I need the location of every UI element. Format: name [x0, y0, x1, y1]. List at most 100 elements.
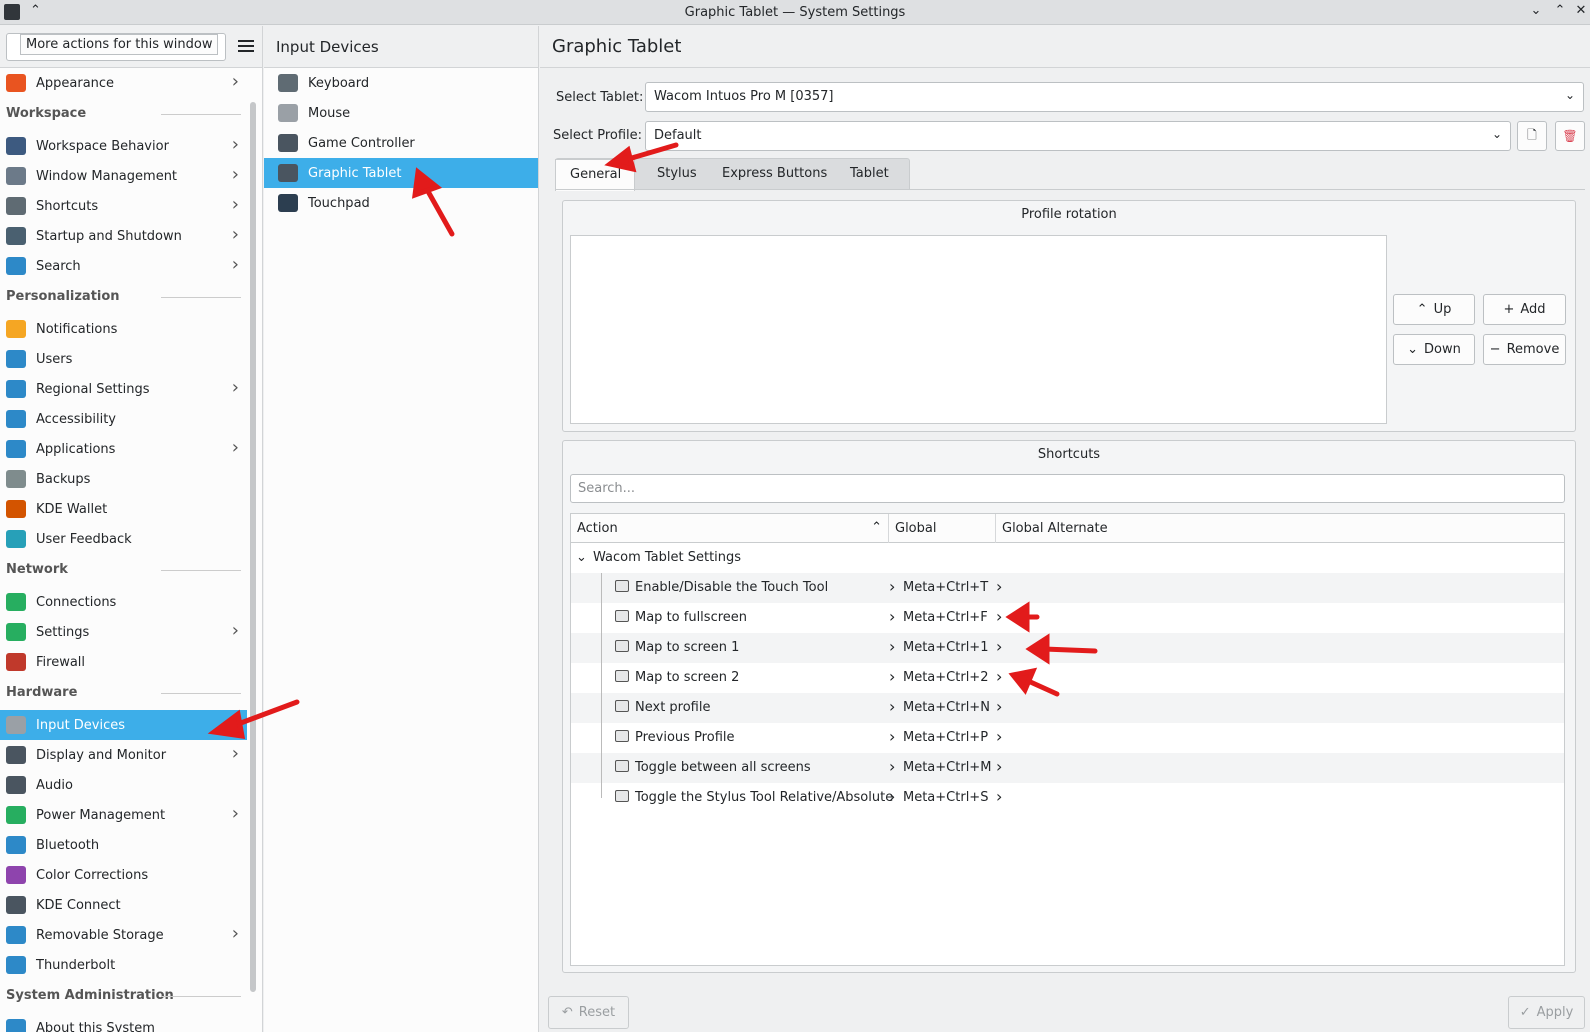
close-button[interactable]: ✕ — [1572, 3, 1590, 18]
subcategory-item-game-controller[interactable]: Game Controller — [264, 128, 538, 158]
sidebar-item-input-devices[interactable]: Input Devices — [0, 710, 247, 740]
sidebar-item-label: Bluetooth — [36, 837, 100, 853]
tab-express-buttons[interactable]: Express Buttons — [708, 159, 841, 191]
sidebar-item-settings[interactable]: Settings › — [0, 617, 247, 647]
tab-general[interactable]: General — [555, 159, 635, 191]
tree-group-row[interactable]: ⌄ Wacom Tablet Settings — [571, 543, 1564, 573]
sidebar-item-workspace-behavior[interactable]: Workspace Behavior › — [0, 131, 247, 161]
maximize-button[interactable]: ⌃ — [1551, 3, 1569, 18]
expand-global-chevron-icon[interactable]: › — [889, 757, 895, 776]
column-header-global[interactable]: Global — [889, 514, 996, 543]
reset-label: Reset — [578, 1005, 616, 1020]
expand-alternate-chevron-icon[interactable]: › — [996, 727, 1002, 746]
up-button[interactable]: ⌃ Up — [1393, 294, 1475, 325]
global-shortcut-value[interactable]: Meta+Ctrl+S — [903, 790, 988, 805]
sidebar-item-window-management[interactable]: Window Management › — [0, 161, 247, 191]
expand-global-chevron-icon[interactable]: › — [889, 697, 895, 716]
sidebar-item-thunderbolt[interactable]: Thunderbolt — [0, 950, 247, 980]
sidebar-item-about-this-system[interactable]: About this System — [0, 1013, 247, 1032]
select-tablet-combo[interactable]: Wacom Intuos Pro M [0357] ⌄ — [645, 82, 1584, 112]
select-profile-combo[interactable]: Default ⌄ — [645, 121, 1511, 151]
sidebar-item-users[interactable]: Users — [0, 344, 247, 374]
global-shortcut-value[interactable]: Meta+Ctrl+M — [903, 760, 991, 775]
sidebar-item-regional-settings[interactable]: Regional Settings › — [0, 374, 247, 404]
reset-button[interactable]: ↶ Reset — [548, 996, 629, 1029]
workspace-behavior-icon — [6, 137, 26, 155]
action-label: Map to screen 2 — [635, 670, 740, 685]
global-shortcut-value[interactable]: Meta+Ctrl+T — [903, 580, 988, 595]
subcategory-item-graphic-tablet[interactable]: Graphic Tablet — [264, 158, 538, 188]
search-icon — [6, 257, 26, 275]
expand-alternate-chevron-icon[interactable]: › — [996, 787, 1002, 806]
apply-button[interactable]: ✓ Apply — [1508, 996, 1585, 1029]
global-shortcut-value[interactable]: Meta+Ctrl+N — [903, 700, 990, 715]
table-row[interactable]: Previous Profile › Meta+Ctrl+P › — [571, 723, 1564, 753]
column-header-action[interactable]: Action ⌃ — [571, 514, 889, 543]
minimize-button[interactable]: ⌄ — [1527, 3, 1545, 18]
sidebar-item-connections[interactable]: Connections — [0, 587, 247, 617]
table-row[interactable]: Map to screen 1 › Meta+Ctrl+1 › — [571, 633, 1564, 663]
add-button[interactable]: + Add — [1483, 294, 1566, 325]
sidebar-item-accessibility[interactable]: Accessibility — [0, 404, 247, 434]
sidebar-item-color-corrections[interactable]: Color Corrections — [0, 860, 247, 890]
sidebar-item-startup-and-shutdown[interactable]: Startup and Shutdown › — [0, 221, 247, 251]
sidebar-item-shortcuts[interactable]: Shortcuts › — [0, 191, 247, 221]
sidebar-item-display-and-monitor[interactable]: Display and Monitor › — [0, 740, 247, 770]
sidebar-item-notifications[interactable]: Notifications — [0, 314, 247, 344]
sidebar-item-removable-storage[interactable]: Removable Storage › — [0, 920, 247, 950]
subcategory-item-keyboard[interactable]: Keyboard — [264, 68, 538, 98]
regional-settings-icon — [6, 380, 26, 398]
collapse-chevron-icon[interactable]: ⌄ — [576, 550, 587, 565]
subcategory-item-mouse[interactable]: Mouse — [264, 98, 538, 128]
sidebar-item-applications[interactable]: Applications › — [0, 434, 247, 464]
expand-global-chevron-icon[interactable]: › — [889, 607, 895, 626]
sidebar-item-kde-connect[interactable]: KDE Connect — [0, 890, 247, 920]
table-row[interactable]: Map to screen 2 › Meta+Ctrl+2 › — [571, 663, 1564, 693]
table-row[interactable]: Toggle between all screens › Meta+Ctrl+M › — [571, 753, 1564, 783]
action-label: Previous Profile — [635, 730, 735, 745]
sidebar-item-backups[interactable]: Backups — [0, 464, 247, 494]
tab-tablet[interactable]: Tablet — [836, 159, 903, 191]
subcategory-item-touchpad[interactable]: Touchpad — [264, 188, 538, 218]
expand-alternate-chevron-icon[interactable]: › — [996, 757, 1002, 776]
down-button[interactable]: ⌄ Down — [1393, 334, 1475, 365]
sidebar-item-audio[interactable]: Audio — [0, 770, 247, 800]
expand-global-chevron-icon[interactable]: › — [889, 577, 895, 596]
global-shortcut-value[interactable]: Meta+Ctrl+1 — [903, 640, 988, 655]
expand-global-chevron-icon[interactable]: › — [889, 787, 895, 806]
table-row[interactable]: Toggle the Stylus Tool Relative/Absolute… — [571, 783, 1564, 813]
sidebar-item-search[interactable]: Search › — [0, 251, 247, 281]
table-row[interactable]: Next profile › Meta+Ctrl+N › — [571, 693, 1564, 723]
column-header-global-alternate[interactable]: Global Alternate — [996, 514, 1566, 543]
expand-global-chevron-icon[interactable]: › — [889, 637, 895, 656]
delete-profile-button[interactable]: 🗑 — [1555, 121, 1585, 151]
hamburger-menu-icon[interactable] — [238, 40, 254, 52]
global-shortcut-value[interactable]: Meta+Ctrl+2 — [903, 670, 988, 685]
expand-alternate-chevron-icon[interactable]: › — [996, 697, 1002, 716]
expand-alternate-chevron-icon[interactable]: › — [996, 637, 1002, 656]
remove-button[interactable]: − Remove — [1483, 334, 1566, 365]
sidebar-item-appearance[interactable]: Appearance › — [0, 68, 247, 98]
table-row[interactable]: Enable/Disable the Touch Tool › Meta+Ctrl+… — [571, 573, 1564, 603]
new-profile-button[interactable]: 🗋 — [1517, 121, 1547, 151]
expand-global-chevron-icon[interactable]: › — [889, 667, 895, 686]
global-shortcut-value[interactable]: Meta+Ctrl+P — [903, 730, 988, 745]
table-row[interactable]: Map to fullscreen › Meta+Ctrl+F › — [571, 603, 1564, 633]
section-header: Network — [6, 562, 241, 577]
profile-rotation-list[interactable] — [570, 235, 1387, 424]
sidebar-item-user-feedback[interactable]: User Feedback — [0, 524, 247, 554]
sidebar-item-power-management[interactable]: Power Management › — [0, 800, 247, 830]
tab-stylus[interactable]: Stylus — [643, 159, 711, 191]
info-icon — [6, 1019, 26, 1032]
sidebar-scrollbar[interactable] — [250, 102, 256, 992]
sidebar-item-kde-wallet[interactable]: KDE Wallet — [0, 494, 247, 524]
expand-alternate-chevron-icon[interactable]: › — [996, 577, 1002, 596]
expand-alternate-chevron-icon[interactable]: › — [996, 607, 1002, 626]
expand-alternate-chevron-icon[interactable]: › — [996, 667, 1002, 686]
wallet-icon — [6, 500, 26, 518]
sidebar-item-bluetooth[interactable]: Bluetooth — [0, 830, 247, 860]
expand-global-chevron-icon[interactable]: › — [889, 727, 895, 746]
global-shortcut-value[interactable]: Meta+Ctrl+F — [903, 610, 988, 625]
sidebar-item-firewall[interactable]: Firewall — [0, 647, 247, 677]
shortcuts-search-input[interactable]: Search... — [570, 474, 1565, 503]
